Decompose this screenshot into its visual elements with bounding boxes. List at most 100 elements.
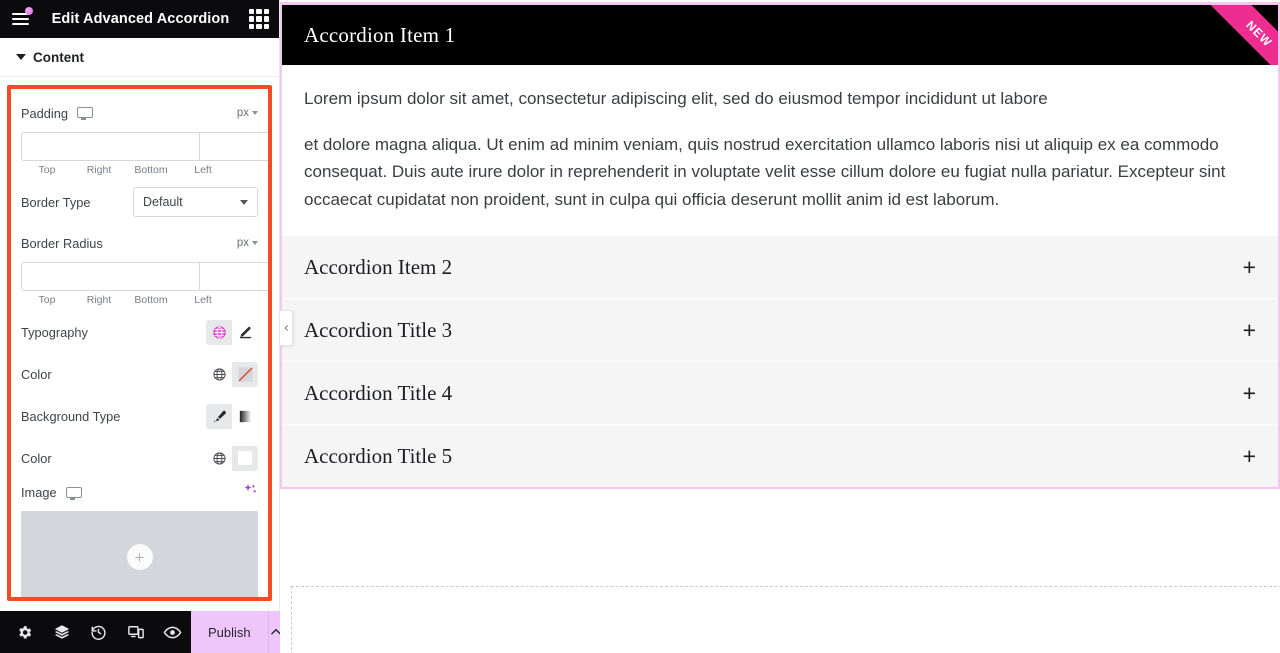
padding-inputs (21, 132, 268, 161)
border-type-select[interactable]: Default (133, 187, 258, 217)
preview-eye-icon[interactable] (154, 611, 191, 653)
border-radius-unit-selector[interactable]: px (237, 237, 258, 249)
border-radius-labels-spacer (229, 294, 258, 306)
globe-globals-icon[interactable] (206, 319, 232, 345)
accordion-title-4: Accordion Title 4 (304, 380, 453, 405)
background-type-control-row: Background Type (21, 398, 258, 434)
editor-canvas: Accordion Item 1 NEW Lorem ipsum dolor s… (280, 0, 1280, 653)
padding-label: Padding (21, 105, 68, 121)
content-section-label: Content (33, 49, 84, 65)
grid-apps-icon[interactable] (249, 9, 269, 29)
typography-buttons (206, 319, 258, 345)
border-type-label: Border Type (21, 194, 91, 210)
globe-globals-icon[interactable] (206, 445, 232, 471)
border-radius-control-row: Border Radius px (21, 225, 258, 261)
accordion-item-2[interactable]: Accordion Item 2 + (282, 235, 1278, 299)
accordion-title-2: Accordion Item 2 (304, 254, 453, 279)
new-ribbon-label: NEW (1201, 5, 1278, 65)
plus-toggle-icon: + (1242, 379, 1256, 406)
desktop-monitor-icon[interactable] (76, 106, 93, 120)
content-section-header[interactable]: Content (0, 38, 279, 77)
padding-right-input[interactable] (199, 132, 268, 161)
accordion-item-1: Accordion Item 1 NEW Lorem ipsum dolor s… (282, 5, 1278, 236)
color-control-row: Color (21, 356, 258, 392)
no-color-slash-icon[interactable] (232, 361, 258, 387)
padding-side-labels: Top Right Bottom Left (21, 164, 258, 176)
accordion-item-3[interactable]: Accordion Title 3 + (282, 298, 1278, 362)
background-color-label: Color (21, 450, 52, 466)
border-type-control-row: Border Type Default (21, 184, 258, 220)
typography-label: Typography (21, 324, 88, 340)
pencil-edit-icon[interactable] (232, 319, 258, 345)
padding-unit-selector[interactable]: px (237, 107, 258, 119)
background-type-buttons (206, 403, 258, 429)
layers-navigator-icon[interactable] (43, 611, 80, 653)
hamburger-menu-icon[interactable] (10, 6, 36, 32)
plus-toggle-icon: + (1242, 253, 1256, 280)
plus-toggle-icon: + (1242, 316, 1256, 343)
border-type-value: Default (143, 195, 183, 209)
chevron-down-icon (252, 241, 258, 245)
color-swatch-icon[interactable] (232, 445, 258, 471)
new-ribbon: NEW (1184, 5, 1278, 65)
chevron-down-icon (16, 54, 26, 60)
color-label: Color (21, 366, 52, 382)
responsive-device-icon[interactable] (117, 611, 154, 653)
border-radius-label: Border Radius (21, 235, 103, 251)
image-upload-dropzone[interactable]: + (21, 511, 258, 597)
accordion-paragraph-2: et dolore magna aliqua. Ut enim ad minim… (304, 134, 1226, 209)
accordion-header-active[interactable]: Accordion Item 1 NEW (282, 5, 1278, 65)
globe-globals-icon[interactable] (206, 361, 232, 387)
panel-footer: Publish (0, 611, 283, 653)
image-label: Image (21, 485, 57, 500)
accordion-widget: Accordion Item 1 NEW Lorem ipsum dolor s… (280, 2, 1280, 490)
accordion-title-1: Accordion Item 1 (304, 22, 456, 47)
desktop-monitor-icon[interactable] (65, 486, 82, 500)
chevron-down-icon (252, 111, 258, 115)
border-radius-label-right: Right (86, 294, 112, 306)
accordion-paragraph-1: Lorem ipsum dolor sit amet, consectetur … (304, 89, 1048, 108)
panel-body: Padding px Top Right Bottom Left Border … (0, 77, 279, 611)
accordion-title-3: Accordion Title 3 (304, 317, 453, 342)
notification-dot (25, 7, 33, 15)
padding-top-input[interactable] (21, 132, 199, 161)
padding-label-bottom: Bottom (134, 164, 168, 176)
image-control-row: Image (21, 476, 258, 503)
background-type-label: Background Type (21, 408, 121, 424)
accordion-title-5: Accordion Title 5 (304, 443, 453, 468)
paint-brush-icon[interactable] (206, 403, 232, 429)
gradient-square-icon[interactable] (232, 403, 258, 429)
settings-gear-icon[interactable] (6, 611, 43, 653)
editor-panel: Edit Advanced Accordion Content Padding (0, 0, 283, 653)
border-radius-label-left: Left (194, 294, 212, 306)
plus-upload-icon: + (126, 544, 153, 570)
border-radius-label-bottom: Bottom (134, 294, 168, 306)
padding-labels-spacer (229, 164, 258, 176)
border-radius-right-input[interactable] (199, 262, 268, 291)
background-color-buttons (206, 445, 258, 471)
background-color-control-row: Color (21, 440, 258, 476)
chevron-down-icon (240, 199, 248, 205)
padding-unit-label: px (236, 107, 249, 119)
padding-label-left: Left (194, 164, 212, 176)
ai-sparkle-icon[interactable] (242, 482, 258, 503)
highlighted-controls-group: Padding px Top Right Bottom Left Border … (7, 85, 272, 601)
empty-section-dropzone[interactable] (291, 586, 1280, 653)
panel-header: Edit Advanced Accordion (0, 0, 279, 38)
publish-button[interactable]: Publish (191, 611, 268, 653)
accordion-item-4[interactable]: Accordion Title 4 + (282, 361, 1278, 425)
panel-collapse-handle[interactable] (280, 310, 293, 346)
border-radius-unit-label: px (236, 237, 249, 249)
accordion-item-5[interactable]: Accordion Title 5 + (282, 424, 1278, 488)
panel-title: Edit Advanced Accordion (51, 11, 230, 27)
border-radius-top-input[interactable] (21, 262, 199, 291)
padding-label-top: Top (38, 164, 56, 176)
padding-label-group: Padding (21, 105, 93, 121)
history-clock-icon[interactable] (80, 611, 117, 653)
image-label-group: Image (21, 485, 82, 500)
border-radius-inputs (21, 262, 268, 291)
border-radius-label-top: Top (38, 294, 56, 306)
padding-label-right: Right (86, 164, 112, 176)
plus-toggle-icon: + (1242, 442, 1256, 469)
footer-icon-group (0, 611, 191, 653)
